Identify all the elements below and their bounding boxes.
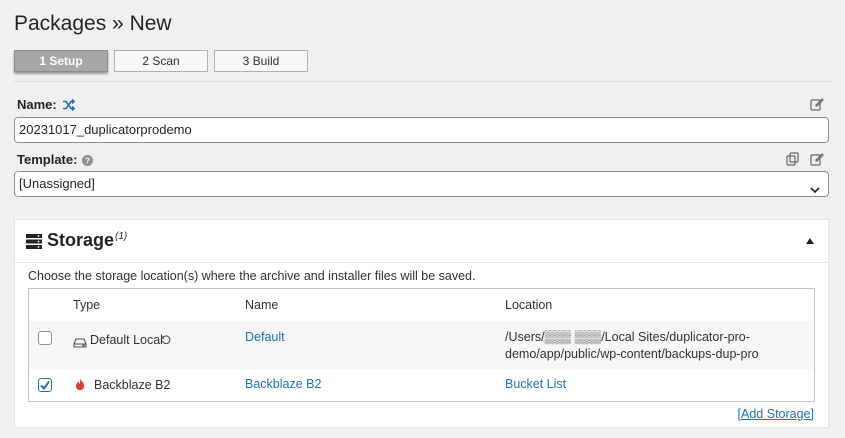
- storage-title: Storage: [47, 230, 115, 250]
- reset-icon[interactable]: [161, 332, 171, 345]
- storage-type: Default Local: [90, 333, 163, 347]
- name-label-row: Name:: [17, 97, 76, 112]
- step-scan[interactable]: 2 Scan: [114, 50, 208, 72]
- storage-checkbox-default[interactable]: [38, 331, 52, 345]
- add-storage-link[interactable]: [Add Storage]: [738, 407, 814, 421]
- column-location: Location: [505, 298, 553, 312]
- hard-drive-icon: [73, 335, 87, 348]
- step-wizard: 1 Setup 2 Scan 3 Build: [14, 50, 308, 72]
- storage-name-link[interactable]: Default: [245, 330, 285, 344]
- storage-description: Choose the storage location(s) where the…: [28, 269, 476, 283]
- header-divider: [14, 81, 831, 82]
- edit-template-icon[interactable]: [810, 152, 824, 166]
- storage-count: (1): [115, 231, 128, 242]
- storage-type: Backblaze B2: [94, 378, 171, 392]
- storage-name-link[interactable]: Backblaze B2: [245, 377, 321, 391]
- storage-location-line1: /Users/▒▒▒ ▒▒▒/Local Sites/duplicator-pr…: [505, 330, 750, 344]
- edit-name-icon[interactable]: [810, 97, 824, 111]
- flame-icon: [75, 378, 85, 391]
- server-icon: [26, 234, 42, 249]
- help-icon[interactable]: ?: [82, 154, 94, 166]
- table-row: Backblaze B2 Backblaze B2 Bucket List: [29, 369, 814, 401]
- storage-table: Type Name Location Default Local Default…: [28, 288, 815, 402]
- step-build[interactable]: 3 Build: [214, 50, 308, 72]
- column-type: Type: [73, 298, 101, 312]
- storage-panel: Storage (1) Choose the storage location(…: [14, 219, 829, 428]
- shuffle-icon[interactable]: [62, 98, 76, 112]
- bucket-list-link[interactable]: Bucket List: [505, 377, 566, 391]
- storage-checkbox-backblaze[interactable]: [38, 378, 52, 392]
- copy-template-icon[interactable]: [786, 152, 800, 166]
- package-name-input[interactable]: 20231017_duplicatorprodemo: [14, 117, 829, 143]
- svg-text:?: ?: [85, 157, 90, 166]
- chevron-down-icon: [810, 179, 820, 194]
- column-name: Name: [245, 298, 279, 312]
- template-label: Template:: [17, 152, 78, 167]
- storage-panel-header[interactable]: Storage (1): [15, 220, 828, 263]
- step-setup[interactable]: 1 Setup: [14, 50, 108, 72]
- page-title: Packages » New: [14, 12, 172, 35]
- table-header: Type Name Location: [29, 289, 814, 322]
- template-select-value: [Unassigned]: [19, 176, 95, 191]
- template-select[interactable]: [Unassigned]: [14, 171, 829, 197]
- table-row: Default Local Default /Users/▒▒▒ ▒▒▒/Loc…: [29, 321, 814, 369]
- name-label: Name:: [17, 97, 57, 112]
- collapse-arrow-icon[interactable]: [806, 238, 814, 244]
- storage-location-line2: demo/app/public/wp-content/backups-dup-p…: [505, 347, 759, 361]
- template-label-row: Template: ?: [17, 152, 94, 167]
